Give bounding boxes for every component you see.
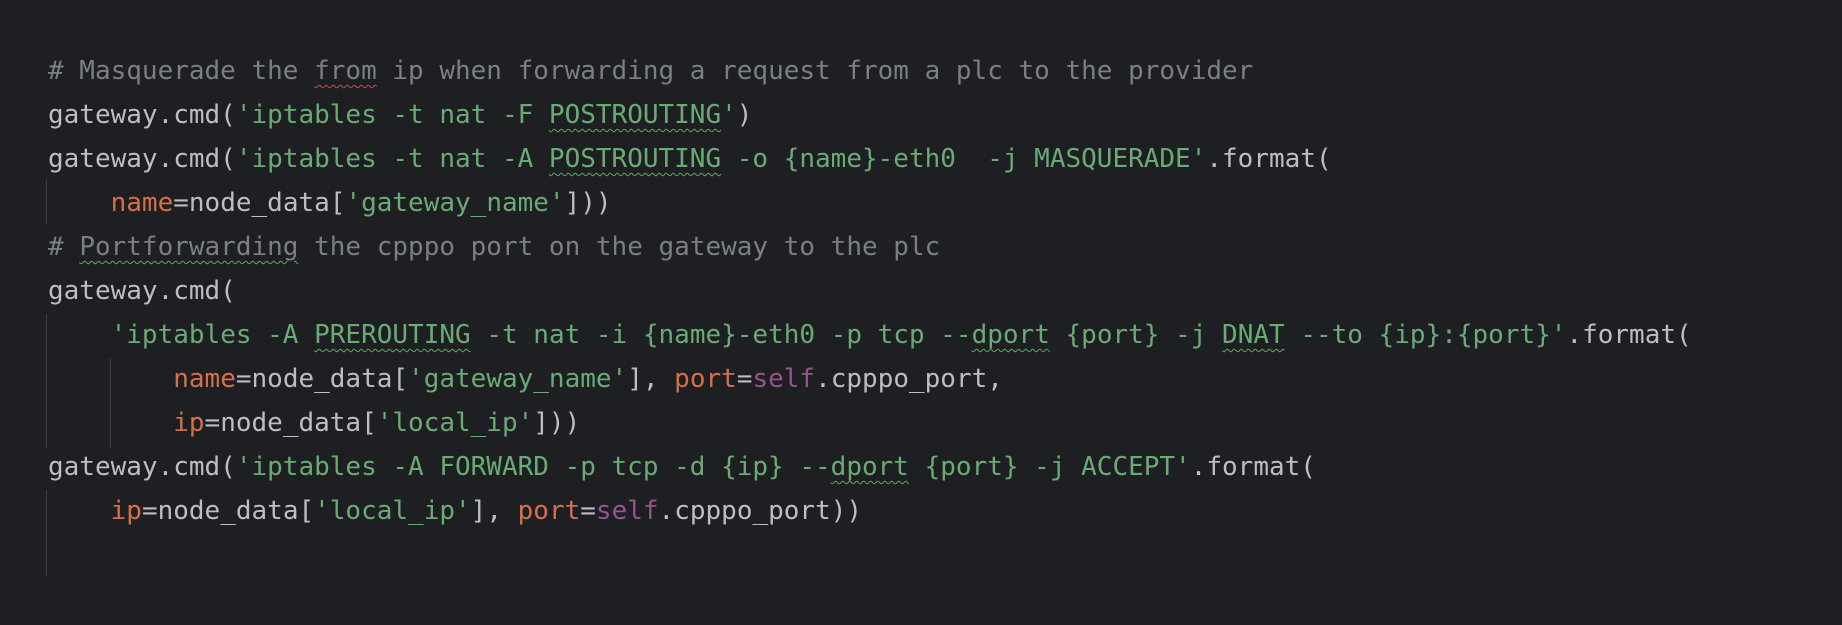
code-token: =node_data[ — [235, 364, 409, 394]
code-token: gateway.cmd( — [48, 452, 236, 482]
code-token: DNAT — [1222, 320, 1285, 350]
code-token: 'iptables -t nat -F — [235, 100, 549, 130]
code-token: gateway.cmd( — [48, 100, 236, 130]
code-token: .cpppo_port)) — [658, 496, 863, 526]
indent-guide — [46, 314, 47, 448]
code-token: ], — [627, 364, 675, 394]
code-token: from — [314, 56, 377, 86]
indent-guide — [46, 490, 47, 576]
code-token: POSTROUTING — [548, 144, 722, 174]
code-line[interactable]: ip=node_data['local_ip'], port=self.cppp… — [48, 489, 862, 533]
code-token: ip when forwarding a request from a plc … — [376, 56, 1254, 86]
code-token: .format( — [1566, 320, 1692, 350]
code-token: = — [580, 496, 596, 526]
code-token: .format( — [1206, 144, 1332, 174]
code-token: # Masquerade the — [48, 56, 315, 86]
code-line[interactable]: gateway.cmd( — [48, 269, 236, 313]
code-line[interactable]: # Portforwarding the cpppo port on the g… — [48, 225, 940, 269]
code-editor[interactable]: # Masquerade the from ip when forwarding… — [0, 0, 1842, 625]
code-token: gateway.cmd( — [48, 144, 236, 174]
code-token: 'iptables -A — [110, 320, 315, 350]
code-token: 'gateway_name' — [345, 188, 565, 218]
code-token: 'local_ip' — [314, 496, 471, 526]
code-line[interactable]: gateway.cmd('iptables -t nat -A POSTROUT… — [48, 137, 1332, 181]
code-token: port — [517, 496, 581, 526]
code-line[interactable]: gateway.cmd('iptables -t nat -F POSTROUT… — [48, 93, 752, 137]
code-token: {port} -j — [1049, 320, 1223, 350]
code-token: POSTROUTING — [548, 100, 722, 130]
code-token: ip — [110, 496, 142, 526]
code-line[interactable]: 'iptables -A PREROUTING -t nat -i {name}… — [48, 313, 1692, 357]
code-token: the cpppo port on the gateway to the plc — [298, 232, 941, 262]
code-token: port — [674, 364, 737, 394]
code-token: name — [110, 188, 174, 218]
code-token: ip — [173, 408, 205, 438]
code-token: gateway.cmd( — [48, 276, 236, 306]
code-line[interactable]: name=node_data['gateway_name'], port=sel… — [48, 357, 1003, 401]
code-line[interactable]: # Masquerade the from ip when forwarding… — [48, 49, 1253, 93]
code-token: self — [752, 364, 816, 394]
code-token: ])) — [564, 188, 612, 218]
code-token: 'iptables -A FORWARD -p tcp -d {ip} -- — [235, 452, 831, 482]
indent-guide — [46, 180, 47, 224]
code-token: 'gateway_name' — [408, 364, 628, 394]
code-token: dport — [830, 452, 909, 482]
code-token: .cpppo_port, — [815, 364, 1003, 394]
code-token: = — [736, 364, 753, 394]
code-token: -o {name}-eth0 -j MASQUERADE' — [721, 144, 1207, 174]
code-token: ) — [736, 100, 753, 130]
code-token: =node_data[ — [141, 496, 315, 526]
code-line[interactable]: name=node_data['gateway_name'])) — [48, 181, 612, 225]
code-token: ' — [721, 100, 737, 130]
code-token: =node_data[ — [204, 408, 377, 438]
code-line[interactable]: ip=node_data['local_ip'])) — [48, 401, 580, 445]
code-token: # — [48, 232, 80, 262]
code-token: ])) — [533, 408, 581, 438]
code-token: =node_data[ — [173, 188, 346, 218]
code-token: dport — [971, 320, 1050, 350]
code-token: PREROUTING — [314, 320, 471, 350]
code-token: 'local_ip' — [376, 408, 534, 438]
code-token: {port} -j ACCEPT' — [908, 452, 1191, 482]
code-line[interactable]: gateway.cmd('iptables -A FORWARD -p tcp … — [48, 445, 1316, 489]
code-token: name — [173, 364, 236, 394]
code-token: ], — [470, 496, 518, 526]
code-token: .format( — [1190, 452, 1316, 482]
code-token: self — [595, 496, 659, 526]
code-token: -t nat -i {name}-eth0 -p tcp -- — [470, 320, 972, 350]
code-token: 'iptables -t nat -A — [235, 144, 549, 174]
code-token: --to {ip}:{port}' — [1284, 320, 1567, 350]
code-token: Portforwarding — [79, 232, 299, 262]
